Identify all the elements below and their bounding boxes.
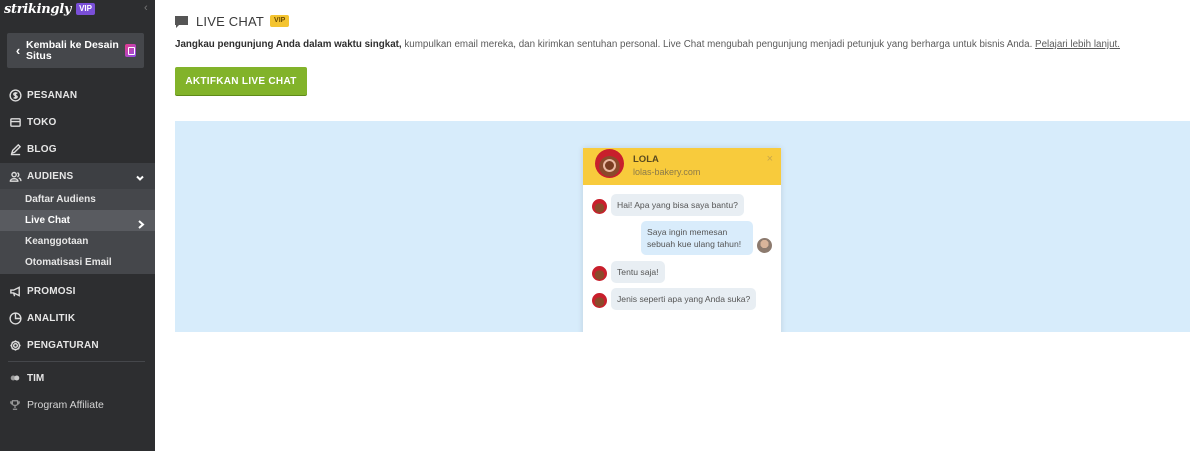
chat-message-bot: Jenis seperti apa yang Anda suka?: [611, 288, 757, 310]
vip-badge: VIP: [76, 3, 95, 15]
vip-badge: VIP: [270, 15, 290, 27]
user-avatar-small: [757, 238, 772, 253]
close-icon[interactable]: ×: [767, 153, 773, 165]
brand[interactable]: strikingly VIP: [4, 1, 95, 17]
activate-live-chat-button[interactable]: AKTIFKAN LIVE CHAT: [175, 67, 307, 95]
sidebar-item-label: PROMOSI: [27, 286, 76, 297]
sidebar: strikingly VIP ‹ ‹ Kembali ke Desain Sit…: [0, 0, 155, 451]
submenu-label: Live Chat: [25, 215, 71, 226]
team-icon: [8, 371, 22, 385]
sidebar-item-toko[interactable]: TOKO: [0, 109, 155, 136]
chat-bubble-icon: [175, 15, 188, 28]
sidebar-item-label: ANALITIK: [27, 313, 76, 324]
sidebar-item-tim[interactable]: TIM: [0, 367, 155, 389]
submenu-label: Keanggotaan: [25, 236, 89, 247]
chat-widget: LOLA lolas-bakery.com × Hai! Apa yang bi…: [583, 148, 781, 332]
sidebar-item-daftar-audiens[interactable]: Daftar Audiens: [0, 189, 155, 210]
sidebar-item-label: TIM: [27, 372, 45, 384]
sidebar-item-label: Program Affiliate: [27, 399, 104, 411]
chevron-left-icon: ‹: [15, 43, 21, 58]
chevron-down-icon: [135, 170, 145, 181]
chat-message-user: Saya ingin memesan sebuah kue ulang tahu…: [641, 221, 753, 255]
sidebar-item-promosi[interactable]: PROMOSI: [0, 278, 155, 305]
dollar-circle-icon: [8, 89, 22, 103]
gear-icon: [8, 339, 22, 353]
sidebar-item-otomatisasi-email[interactable]: Otomatisasi Email: [0, 252, 155, 273]
chat-message-bot: Tentu saja!: [611, 261, 665, 283]
megaphone-icon: [8, 285, 22, 299]
learn-more-link[interactable]: Pelajari lebih lanjut.: [1035, 39, 1120, 50]
sidebar-item-label: BLOG: [27, 144, 57, 155]
sidebar-item-analitik[interactable]: ANALITIK: [0, 305, 155, 332]
sidebar-item-pengaturan[interactable]: PENGATURAN: [0, 332, 155, 359]
sidebar-item-label: TOKO: [27, 117, 57, 128]
description-text: kumpulkan email mereka, dan kirimkan sen…: [401, 39, 1036, 50]
sidebar-item-live-chat[interactable]: Live Chat: [0, 210, 155, 231]
description-lead: Jangkau pengunjung Anda dalam waktu sing…: [175, 39, 402, 50]
page-title: LIVE CHAT: [196, 13, 265, 29]
chat-message-bot: Hai! Apa yang bisa saya bantu?: [611, 194, 744, 216]
sidebar-item-audiens[interactable]: AUDIENS: [0, 163, 155, 190]
agent-name: LOLA: [633, 154, 659, 165]
sidebar-item-pesanan[interactable]: PESANAN: [0, 82, 155, 109]
back-button-label: Kembali ke Desain Situs: [26, 38, 119, 62]
agent-avatar-small: [592, 199, 607, 214]
chat-widget-header: LOLA lolas-bakery.com ×: [583, 148, 781, 185]
sidebar-item-label: PESANAN: [27, 90, 78, 101]
pen-icon: [8, 143, 22, 157]
sidebar-divider: [8, 361, 145, 362]
sidebar-item-blog[interactable]: BLOG: [0, 136, 155, 163]
collapse-sidebar-icon[interactable]: ‹: [144, 2, 148, 14]
app-icon: [125, 44, 136, 57]
strikingly-logo: strikingly: [4, 1, 72, 17]
agent-site: lolas-bakery.com: [633, 167, 701, 177]
agent-avatar-small: [592, 266, 607, 281]
trophy-icon: [8, 398, 22, 412]
sidebar-item-label: AUDIENS: [27, 171, 74, 182]
agent-avatar: [595, 149, 624, 178]
sidebar-item-program-affiliate[interactable]: Program Affiliate: [0, 394, 155, 416]
submenu-label: Daftar Audiens: [25, 194, 96, 205]
users-icon: [8, 170, 22, 184]
page-description: Jangkau pengunjung Anda dalam waktu sing…: [175, 39, 1185, 51]
sidebar-item-label: PENGATURAN: [27, 340, 99, 351]
agent-avatar-small: [592, 293, 607, 308]
back-to-site-design-button[interactable]: ‹ Kembali ke Desain Situs: [7, 33, 144, 68]
sidebar-item-keanggotaan[interactable]: Keanggotaan: [0, 231, 155, 252]
live-chat-preview: LOLA lolas-bakery.com × Hai! Apa yang bi…: [175, 121, 1190, 332]
submenu-label: Otomatisasi Email: [25, 257, 112, 268]
store-icon: [8, 116, 22, 130]
chart-icon: [8, 312, 22, 326]
page-header: LIVE CHAT VIP: [175, 13, 290, 29]
audiens-submenu: Daftar Audiens Live Chat Keanggotaan Oto…: [0, 189, 155, 274]
